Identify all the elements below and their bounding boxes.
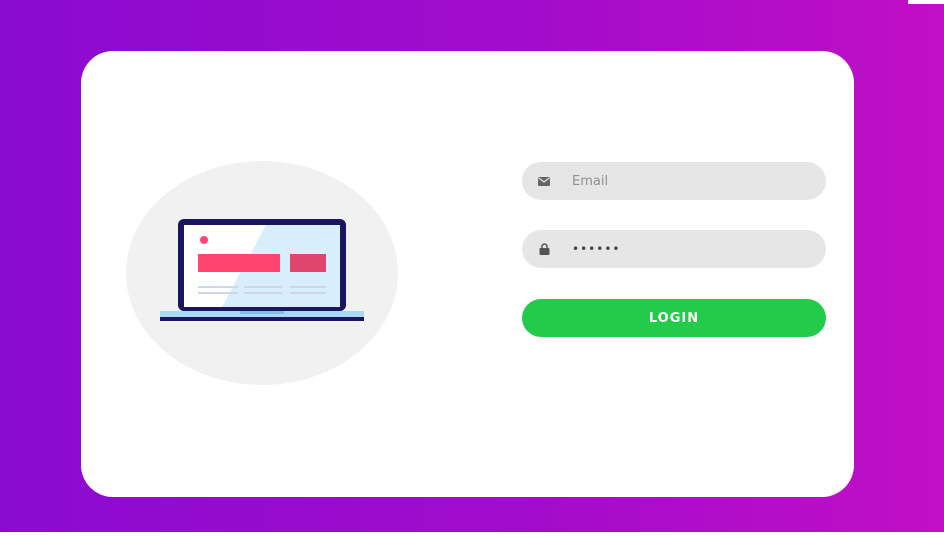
- password-field[interactable]: [522, 230, 826, 268]
- page-edge-bottom: [0, 532, 944, 536]
- laptop-icon: [160, 219, 364, 321]
- password-input[interactable]: [566, 234, 812, 264]
- page-edge-top: [908, 0, 944, 4]
- laptop-illustration: [126, 161, 398, 385]
- login-card: LOGIN: [81, 51, 854, 497]
- lock-icon: [522, 243, 566, 255]
- email-field[interactable]: [522, 162, 826, 200]
- email-input[interactable]: [566, 166, 812, 196]
- login-button[interactable]: LOGIN: [522, 299, 826, 337]
- envelope-icon: [522, 176, 566, 186]
